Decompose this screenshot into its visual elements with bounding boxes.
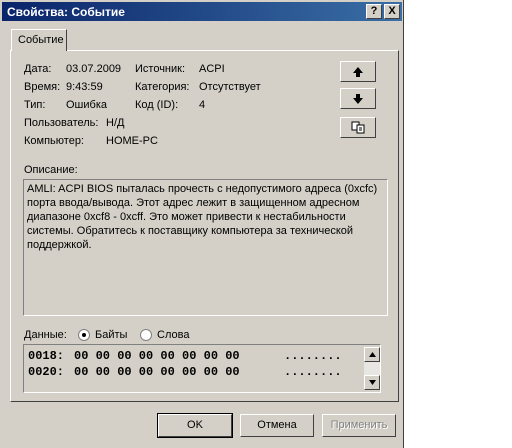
- scroll-up-icon: [368, 352, 376, 357]
- bytes-radio[interactable]: [78, 329, 90, 341]
- arrow-up-icon: [353, 67, 363, 77]
- data-row-hex: 00 00 00 00 00 00 00 00: [74, 365, 240, 379]
- data-row-ascii: ........: [284, 349, 342, 363]
- scroll-down-button[interactable]: [364, 375, 380, 390]
- id-label: Код (ID):: [135, 99, 179, 111]
- data-row-hex: 00 00 00 00 00 00 00 00: [74, 349, 240, 363]
- source-value: ACPI: [199, 63, 225, 75]
- tab-event-label: Событие: [18, 34, 64, 46]
- scroll-down-icon: [368, 380, 376, 385]
- properties-dialog: Свойства: Событие ? X Событие Дата: 03.0…: [0, 0, 404, 448]
- window-title: Свойства: Событие: [7, 5, 125, 19]
- source-label: Источник:: [135, 63, 186, 75]
- id-value: 4: [199, 99, 206, 111]
- date-label: Дата:: [24, 63, 52, 75]
- radio-selected-dot: [82, 333, 86, 337]
- close-button[interactable]: X: [384, 4, 400, 19]
- category-value: Отсутствует: [199, 81, 261, 93]
- copy-icon: [351, 121, 365, 134]
- data-listbox[interactable]: 0018: 00 00 00 00 00 00 00 00 ........ 0…: [23, 344, 381, 393]
- previous-event-button[interactable]: [340, 61, 376, 82]
- next-event-button[interactable]: [340, 88, 376, 109]
- description-label: Описание:: [24, 164, 78, 176]
- date-value: 03.07.2009: [66, 63, 122, 75]
- bytes-radio-label[interactable]: Байты: [95, 329, 127, 341]
- data-label: Данные:: [24, 329, 67, 341]
- cancel-button[interactable]: Отмена: [240, 414, 314, 437]
- type-label: Тип:: [24, 99, 46, 111]
- arrow-down-icon: [353, 94, 363, 104]
- description-textbox[interactable]: AMLI: ACPI BIOS пыталась прочесть с недо…: [23, 179, 388, 316]
- ok-button[interactable]: OK: [157, 413, 233, 438]
- title-bar[interactable]: Свойства: Событие ? X: [2, 2, 402, 21]
- copy-button[interactable]: [340, 117, 376, 138]
- user-value: Н/Д: [106, 117, 125, 129]
- data-row-offset: 0018:: [28, 349, 65, 363]
- computer-value: HOME-PC: [106, 135, 158, 147]
- scroll-up-button[interactable]: [364, 347, 380, 362]
- help-button[interactable]: ?: [366, 4, 382, 19]
- words-radio[interactable]: [140, 329, 152, 341]
- type-value: Ошибка: [66, 99, 107, 111]
- user-label: Пользователь:: [24, 117, 99, 129]
- data-row-offset: 0020:: [28, 365, 65, 379]
- time-value: 9:43:59: [66, 81, 103, 93]
- words-radio-label[interactable]: Слова: [157, 329, 189, 341]
- scroll-track[interactable]: [364, 362, 380, 375]
- data-row-ascii: ........: [284, 365, 342, 379]
- computer-label: Компьютер:: [24, 135, 84, 147]
- time-label: Время:: [24, 81, 61, 93]
- category-label: Категория:: [135, 81, 190, 93]
- apply-button[interactable]: Применить: [322, 414, 396, 437]
- tab-event[interactable]: Событие: [11, 29, 67, 51]
